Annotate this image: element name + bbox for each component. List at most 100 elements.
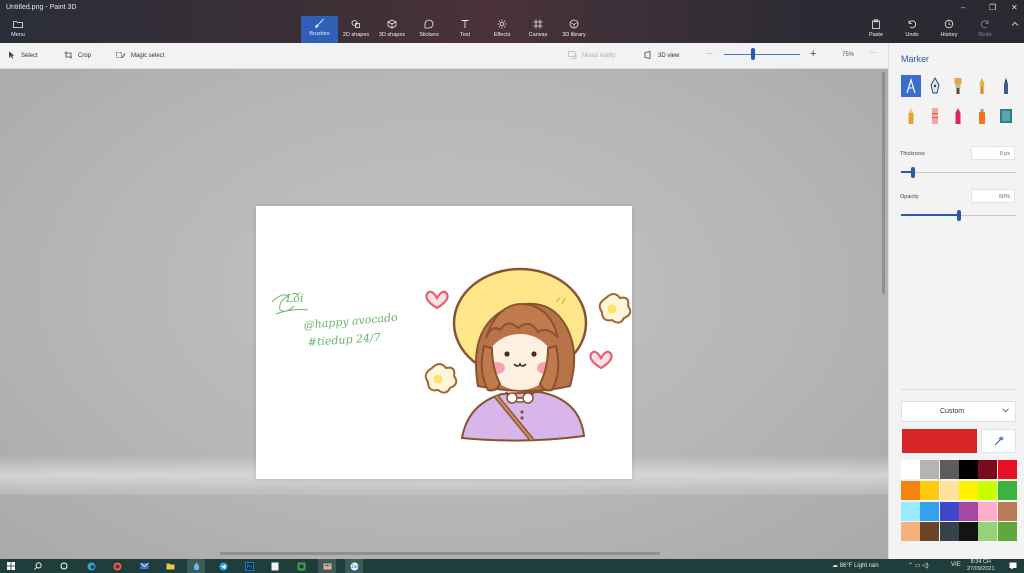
telegram-app[interactable] — [214, 559, 232, 573]
color-swatch[interactable] — [997, 501, 1017, 521]
tool-label: Stickers — [419, 32, 439, 38]
search-button[interactable] — [29, 559, 47, 573]
crayon-brush[interactable] — [948, 105, 968, 127]
3d-view-button[interactable]: 3D view — [644, 51, 679, 61]
paste-button[interactable]: Paste — [866, 17, 886, 43]
tool-label: Effects — [493, 32, 511, 38]
notepad-app[interactable] — [266, 559, 284, 573]
color-swatch[interactable] — [901, 480, 920, 500]
notifications-button[interactable] — [1004, 559, 1022, 573]
menu-button[interactable]: Menu — [8, 17, 28, 43]
tool-effects[interactable]: Effects — [488, 17, 516, 43]
color-swatch[interactable] — [939, 480, 959, 500]
cloud-rain-icon: ☁ — [832, 563, 838, 569]
color-swatch[interactable] — [978, 480, 998, 500]
thickness-label: Thickness — [900, 151, 925, 157]
calligraphy-pen-brush[interactable] — [925, 75, 945, 97]
network-icon: ▭ — [914, 563, 921, 569]
color-swatch[interactable] — [978, 522, 998, 542]
thickness-slider-track[interactable] — [901, 172, 1016, 173]
opacity-slider-thumb[interactable] — [956, 210, 961, 221]
watercolor-brush[interactable] — [972, 75, 992, 97]
marker-brush[interactable] — [901, 75, 921, 97]
color-swatch[interactable] — [901, 460, 920, 479]
color-swatch[interactable] — [958, 522, 978, 542]
color-swatch[interactable] — [958, 501, 978, 521]
maximize-button[interactable]: ❐ — [989, 3, 996, 12]
zalo-app[interactable]: Zalo — [345, 559, 363, 573]
color-swatch[interactable] — [978, 460, 998, 479]
flower-left — [424, 363, 458, 394]
cortana-button[interactable] — [55, 559, 73, 573]
tool-2d-shapes[interactable]: 2D shapes — [340, 17, 372, 43]
mail-app[interactable] — [135, 559, 153, 573]
undo-button[interactable]: Undo — [902, 17, 922, 43]
photoshop-app[interactable]: Ps — [240, 559, 258, 573]
color-swatch[interactable] — [997, 460, 1017, 479]
opacity-value[interactable]: 50% — [971, 189, 1015, 203]
thickness-slider-thumb[interactable] — [910, 167, 915, 178]
color-swatch[interactable] — [920, 480, 940, 500]
oil-brush[interactable] — [948, 75, 968, 97]
fill-brush[interactable] — [996, 105, 1016, 127]
tool-text[interactable]: Text — [452, 17, 478, 43]
more-options-button[interactable]: ··· — [870, 50, 876, 56]
current-color-swatch[interactable] — [902, 429, 977, 453]
vertical-scrollbar[interactable] — [882, 72, 885, 294]
pencil-brush[interactable] — [901, 105, 921, 127]
tool-3d-library[interactable]: 3D library — [558, 17, 590, 43]
collapse-ribbon-button[interactable] — [1008, 17, 1022, 43]
history-icon — [942, 18, 956, 30]
color-swatch[interactable] — [901, 522, 920, 542]
minimize-button[interactable]: – — [961, 3, 965, 12]
color-swatch[interactable] — [958, 480, 978, 500]
input-language[interactable]: VIE — [951, 562, 961, 568]
color-swatch[interactable] — [958, 460, 978, 479]
camtasia-app[interactable] — [292, 559, 310, 573]
color-swatch[interactable] — [997, 522, 1017, 542]
clock[interactable]: 8:34 CH 27/09/2021 — [967, 559, 995, 572]
paint3d-app[interactable] — [187, 559, 205, 573]
file-explorer-app[interactable] — [161, 559, 179, 573]
mixed-reality-button[interactable]: Mixed reality — [568, 51, 616, 61]
eraser-brush[interactable] — [925, 105, 945, 127]
tool-brushes[interactable]: Brushes — [301, 16, 338, 43]
chevron-up-icon — [1008, 18, 1022, 30]
color-swatch[interactable] — [997, 480, 1017, 500]
edge-app[interactable] — [82, 559, 100, 573]
close-button[interactable]: ✕ — [1011, 3, 1018, 12]
tool-canvas[interactable]: Canvas — [524, 17, 552, 43]
zoom-slider-thumb[interactable] — [751, 48, 755, 60]
color-swatch[interactable] — [920, 522, 940, 542]
color-swatch[interactable] — [978, 501, 998, 521]
clock-date: 27/09/2021 — [967, 565, 995, 572]
color-swatch[interactable] — [939, 501, 959, 521]
firefox-app[interactable] — [108, 559, 126, 573]
eyedropper-button[interactable] — [981, 429, 1016, 453]
tray-icons[interactable]: ⌃ ▭ ◁) — [908, 562, 929, 569]
thickness-value[interactable]: 9 px — [971, 146, 1015, 160]
color-mode-dropdown[interactable]: Custom — [901, 401, 1016, 422]
weather-widget[interactable]: ☁ 86°F Light rain — [832, 562, 879, 569]
zoom-out-button[interactable]: — — [706, 50, 713, 57]
horizontal-scrollbar[interactable] — [220, 552, 660, 555]
redo-button[interactable]: Redo — [975, 17, 995, 43]
color-swatch[interactable] — [901, 501, 920, 521]
color-swatch[interactable] — [939, 522, 959, 542]
tool-stickers[interactable]: Stickers — [414, 17, 444, 43]
color-swatch[interactable] — [920, 460, 940, 479]
paint-app[interactable] — [318, 559, 336, 573]
magic-select-button[interactable]: Magic select — [116, 51, 164, 61]
tool-3d-shapes[interactable]: 3D shapes — [376, 17, 408, 43]
drawing-canvas[interactable]: Lối @happy avocado #tiedup 24/7 — [256, 206, 632, 479]
color-swatch[interactable] — [939, 460, 959, 479]
spray-can-brush[interactable] — [972, 105, 992, 127]
crop-button[interactable]: Crop — [64, 51, 91, 61]
start-button[interactable] — [2, 559, 20, 573]
color-swatch[interactable] — [920, 501, 940, 521]
zoom-in-button[interactable]: + — [810, 48, 816, 60]
select-button[interactable]: Select — [8, 51, 38, 61]
pixel-pen-brush[interactable] — [996, 75, 1016, 97]
zoom-slider-track[interactable] — [724, 54, 800, 55]
history-button[interactable]: History — [937, 17, 961, 43]
